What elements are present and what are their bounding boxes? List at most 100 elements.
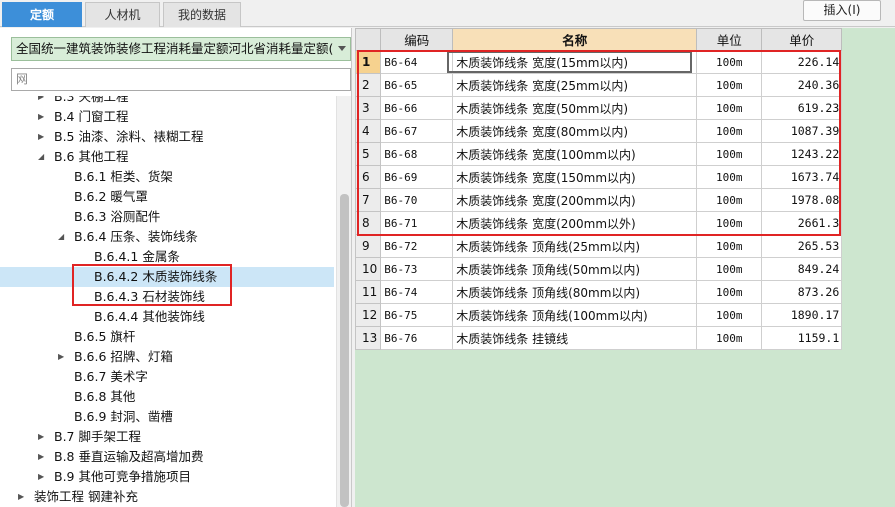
row-index-cell[interactable]: 3 (354, 96, 382, 120)
unit-cell[interactable]: 100m (696, 280, 763, 304)
tree-collapsed-icon[interactable]: ▶ (38, 96, 48, 107)
header-unit[interactable]: 单位 (696, 28, 763, 51)
unit-cell[interactable]: 100m (696, 73, 763, 97)
tree-collapsed-icon[interactable]: ▶ (58, 347, 68, 367)
name-cell[interactable]: 木质装饰线条 宽度(150mm以内) (452, 165, 698, 189)
quota-library-select[interactable]: 全国统一建筑装饰装修工程消耗量定额河北省消耗量定额(20 (11, 37, 351, 61)
price-cell[interactable]: 1087.39 (761, 119, 843, 143)
row-index-cell[interactable]: 8 (354, 211, 382, 235)
chevron-down-icon[interactable] (338, 46, 346, 51)
table-row[interactable]: 10 B6-73 木质装饰线条 顶角线(50mm以内) 100m 849.24 (354, 257, 843, 281)
tab-quota[interactable]: 定额 (2, 2, 82, 27)
price-cell[interactable]: 1159.1 (761, 326, 843, 350)
row-index-cell[interactable]: 12 (354, 303, 382, 327)
row-index-cell[interactable]: 5 (354, 142, 382, 166)
row-index-cell[interactable]: 6 (354, 165, 382, 189)
unit-cell[interactable]: 100m (696, 257, 763, 281)
tree-node[interactable]: B.6.4.3 石材装饰线 (0, 287, 334, 307)
name-cell[interactable]: 木质装饰线条 宽度(80mm以内) (452, 119, 698, 143)
header-price[interactable]: 单价 (761, 28, 843, 51)
tree-node[interactable]: ▶ B.7 脚手架工程 (0, 427, 334, 447)
table-row[interactable]: 8 B6-71 木质装饰线条 宽度(200mm以外) 100m 2661.3 (354, 211, 843, 235)
table-row[interactable]: 2 B6-65 木质装饰线条 宽度(25mm以内) 100m 240.36 (354, 73, 843, 97)
tree-node[interactable]: B.6.4.2 木质装饰线条 (0, 267, 334, 287)
tab-labor-material-machine[interactable]: 人材机 (85, 2, 160, 27)
unit-cell[interactable]: 100m (696, 303, 763, 327)
price-cell[interactable]: 1243.22 (761, 142, 843, 166)
tree-expanded-icon[interactable]: ◢ (58, 227, 68, 247)
row-index-cell[interactable]: 11 (354, 280, 382, 304)
row-index-cell[interactable]: 4 (354, 119, 382, 143)
tree-node[interactable]: ◢ B.6.4 压条、装饰线条 (0, 227, 334, 247)
tree-node[interactable]: ▶ 装饰工程 钢建补充 (0, 487, 334, 507)
price-cell[interactable]: 619.23 (761, 96, 843, 120)
tree-collapsed-icon[interactable]: ▶ (38, 107, 48, 127)
code-cell[interactable]: B6-69 (380, 165, 454, 189)
code-cell[interactable]: B6-70 (380, 188, 454, 212)
unit-cell[interactable]: 100m (696, 211, 763, 235)
price-cell[interactable]: 849.24 (761, 257, 843, 281)
tree-node[interactable]: ▶ B.5 油漆、涂料、裱糊工程 (0, 127, 334, 147)
name-cell[interactable]: 木质装饰线条 宽度(15mm以内) (452, 50, 698, 74)
code-cell[interactable]: B6-66 (380, 96, 454, 120)
unit-cell[interactable]: 100m (696, 326, 763, 350)
insert-button[interactable]: 插入(I) (803, 0, 881, 21)
table-row[interactable]: 3 B6-66 木质装饰线条 宽度(50mm以内) 100m 619.23 (354, 96, 843, 120)
tree-node[interactable]: ◢ B.6 其他工程 (0, 147, 334, 167)
table-row[interactable]: 5 B6-68 木质装饰线条 宽度(100mm以内) 100m 1243.22 (354, 142, 843, 166)
table-row[interactable]: 11 B6-74 木质装饰线条 顶角线(80mm以内) 100m 873.26 (354, 280, 843, 304)
row-index-cell[interactable]: 10 (354, 257, 382, 281)
price-cell[interactable]: 240.36 (761, 73, 843, 97)
row-index-cell[interactable]: 1 (354, 50, 382, 74)
row-index-cell[interactable]: 13 (354, 326, 382, 350)
tree-node[interactable]: B.6.1 柜类、货架 (0, 167, 334, 187)
row-index-cell[interactable]: 9 (354, 234, 382, 258)
unit-cell[interactable]: 100m (696, 119, 763, 143)
tree-expanded-icon[interactable]: ◢ (38, 147, 48, 167)
name-cell[interactable]: 木质装饰线条 宽度(25mm以内) (452, 73, 698, 97)
tree-node[interactable]: B.6.2 暖气罩 (0, 187, 334, 207)
tree-node[interactable]: B.6.4.4 其他装饰线 (0, 307, 334, 327)
price-cell[interactable]: 265.53 (761, 234, 843, 258)
row-index-cell[interactable]: 7 (354, 188, 382, 212)
price-cell[interactable]: 1673.74 (761, 165, 843, 189)
table-row[interactable]: 6 B6-69 木质装饰线条 宽度(150mm以内) 100m 1673.74 (354, 165, 843, 189)
price-cell[interactable]: 226.14 (761, 50, 843, 74)
table-row[interactable]: 12 B6-75 木质装饰线条 顶角线(100mm以内) 100m 1890.17 (354, 303, 843, 327)
table-row[interactable]: 13 B6-76 木质装饰线条 挂镜线 100m 1159.1 (354, 326, 843, 350)
header-code[interactable]: 编码 (380, 28, 454, 51)
tree-node[interactable]: ▶ B.8 垂直运输及超高增加费 (0, 447, 334, 467)
tree-node[interactable]: B.6.3 浴厕配件 (0, 207, 334, 227)
tree-node[interactable]: B.6.7 美术字 (0, 367, 334, 387)
unit-cell[interactable]: 100m (696, 188, 763, 212)
name-cell[interactable]: 木质装饰线条 挂镜线 (452, 326, 698, 350)
code-cell[interactable]: B6-67 (380, 119, 454, 143)
name-cell[interactable]: 木质装饰线条 宽度(100mm以内) (452, 142, 698, 166)
code-cell[interactable]: B6-75 (380, 303, 454, 327)
tree-node[interactable]: B.6.4.1 金属条 (0, 247, 334, 267)
header-name[interactable]: 名称 (452, 28, 698, 51)
table-row[interactable]: 4 B6-67 木质装饰线条 宽度(80mm以内) 100m 1087.39 (354, 119, 843, 143)
price-cell[interactable]: 1890.17 (761, 303, 843, 327)
scrollbar-thumb[interactable] (340, 194, 349, 507)
table-row[interactable]: 1 B6-64 木质装饰线条 宽度(15mm以内) 100m 226.14 (354, 50, 843, 74)
tree-node[interactable]: ▶ B.3 天棚工程 (0, 96, 334, 107)
table-row[interactable]: 7 B6-70 木质装饰线条 宽度(200mm以内) 100m 1978.08 (354, 188, 843, 212)
name-cell[interactable]: 木质装饰线条 宽度(50mm以内) (452, 96, 698, 120)
tree-node[interactable]: B.6.9 封洞、凿槽 (0, 407, 334, 427)
tree-node[interactable]: B.6.5 旗杆 (0, 327, 334, 347)
unit-cell[interactable]: 100m (696, 234, 763, 258)
tree-collapsed-icon[interactable]: ▶ (38, 467, 48, 487)
search-input[interactable]: 网 (11, 68, 351, 91)
code-cell[interactable]: B6-64 (380, 50, 454, 74)
code-cell[interactable]: B6-73 (380, 257, 454, 281)
name-cell[interactable]: 木质装饰线条 宽度(200mm以外) (452, 211, 698, 235)
name-cell[interactable]: 木质装饰线条 顶角线(100mm以内) (452, 303, 698, 327)
name-cell[interactable]: 木质装饰线条 顶角线(80mm以内) (452, 280, 698, 304)
code-cell[interactable]: B6-65 (380, 73, 454, 97)
price-cell[interactable]: 1978.08 (761, 188, 843, 212)
name-cell[interactable]: 木质装饰线条 顶角线(25mm以内) (452, 234, 698, 258)
tree-collapsed-icon[interactable]: ▶ (18, 487, 28, 507)
code-cell[interactable]: B6-71 (380, 211, 454, 235)
price-cell[interactable]: 2661.3 (761, 211, 843, 235)
